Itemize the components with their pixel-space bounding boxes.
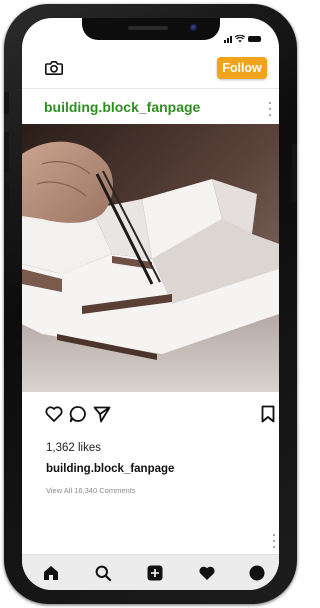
more-vertical-icon[interactable] bbox=[268, 102, 272, 116]
top-bar: Follow bbox=[22, 54, 279, 88]
notch bbox=[82, 18, 220, 40]
wifi-icon bbox=[235, 35, 245, 43]
bookmark-icon[interactable] bbox=[258, 404, 278, 424]
post-actions bbox=[22, 404, 279, 428]
volume-down-button bbox=[4, 182, 9, 222]
speaker-grille bbox=[128, 26, 168, 30]
profile-icon[interactable] bbox=[248, 564, 266, 582]
more-vertical-icon[interactable] bbox=[272, 534, 276, 548]
home-icon[interactable] bbox=[42, 564, 60, 582]
caption-username[interactable]: building.block_fanpage bbox=[46, 463, 174, 475]
search-icon[interactable] bbox=[94, 564, 112, 582]
power-button bbox=[292, 144, 297, 202]
view-comments-link[interactable]: View All 16,340 Comments bbox=[46, 486, 136, 495]
comment-icon[interactable] bbox=[68, 404, 88, 424]
architectural-model-image bbox=[22, 124, 279, 392]
send-icon[interactable] bbox=[92, 404, 112, 424]
front-camera bbox=[190, 24, 198, 32]
follow-button[interactable]: Follow bbox=[217, 57, 267, 79]
add-post-icon[interactable] bbox=[146, 564, 164, 582]
activity-heart-icon[interactable] bbox=[198, 564, 216, 582]
heart-icon[interactable] bbox=[44, 404, 64, 424]
status-bar bbox=[224, 35, 261, 43]
phone-screen: Follow building.block_fanpage 1,362 like… bbox=[22, 18, 279, 590]
signal-icon bbox=[224, 35, 232, 43]
phone-frame: Follow building.block_fanpage 1,362 like… bbox=[4, 4, 297, 604]
likes-count: 1,362 likes bbox=[46, 442, 101, 454]
volume-up-button bbox=[4, 132, 9, 172]
camera-icon[interactable] bbox=[44, 58, 64, 78]
post-photo[interactable] bbox=[22, 124, 279, 392]
mute-switch bbox=[4, 92, 9, 114]
post-username[interactable]: building.block_fanpage bbox=[44, 99, 200, 115]
divider bbox=[22, 88, 279, 89]
battery-icon bbox=[248, 36, 261, 42]
bottom-navigation bbox=[22, 554, 279, 590]
